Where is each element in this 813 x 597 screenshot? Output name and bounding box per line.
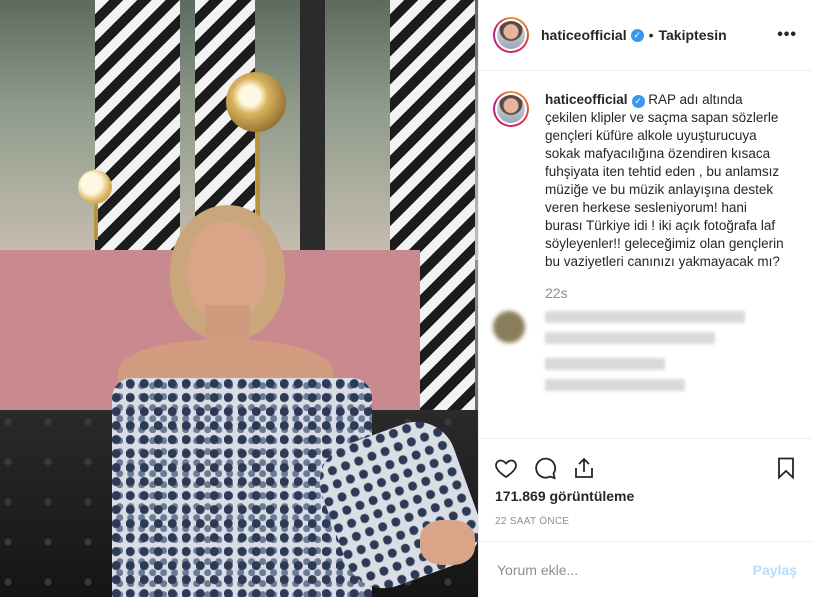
follow-status-button[interactable]: Takiptesin <box>659 27 727 43</box>
blurred-text <box>545 358 665 370</box>
post-comment-button[interactable]: Paylaş <box>753 562 797 578</box>
caption-avatar[interactable] <box>493 91 529 127</box>
blurred-comment <box>493 311 797 400</box>
post-header: haticeofficial ✓ • Takiptesin ••• <box>479 0 813 71</box>
post-caption: haticeofficial ✓ RAP adı altında çekilen … <box>493 91 797 271</box>
blurred-text <box>545 332 715 344</box>
share-icon[interactable] <box>571 455 597 481</box>
caption-body: haticeofficial ✓ RAP adı altında çekilen … <box>545 91 785 271</box>
blurred-text <box>545 311 745 323</box>
caption-timestamp: 22s <box>545 285 568 301</box>
blurred-text <box>545 379 685 391</box>
background-pillar <box>300 0 325 260</box>
person-hand <box>420 520 475 565</box>
post-modal: haticeofficial ✓ • Takiptesin ••• hatice… <box>0 0 813 597</box>
author-username[interactable]: haticeofficial <box>541 27 627 43</box>
bookmark-icon[interactable] <box>773 455 799 481</box>
comment-icon[interactable] <box>532 455 558 481</box>
comments-section: haticeofficial ✓ RAP adı altında çekilen … <box>479 71 813 438</box>
lamp-globe <box>226 72 286 132</box>
verified-badge-icon: ✓ <box>631 95 645 108</box>
more-options-icon[interactable]: ••• <box>777 26 797 44</box>
post-date: 22 SAAT ÖNCE <box>495 516 570 527</box>
header-separator: • <box>648 27 654 43</box>
lamp-globe-small <box>78 170 112 204</box>
post-video[interactable] <box>0 0 478 597</box>
author-avatar[interactable] <box>493 17 529 53</box>
blurred-avatar <box>493 311 525 343</box>
caption-username[interactable]: haticeofficial <box>545 92 628 107</box>
verified-badge-icon: ✓ <box>630 28 644 42</box>
curtain-left <box>95 0 180 250</box>
comment-input[interactable] <box>495 560 753 579</box>
caption-text: RAP adı altında çekilen klipler ve saçma… <box>545 92 784 269</box>
avatar-image <box>497 95 525 123</box>
heart-icon[interactable] <box>493 455 519 481</box>
post-sidebar: haticeofficial ✓ • Takiptesin ••• hatice… <box>478 0 813 597</box>
avatar-image <box>497 21 525 49</box>
view-count[interactable]: 171.869 görüntüleme <box>479 488 813 504</box>
comment-box: Paylaş <box>479 541 813 597</box>
